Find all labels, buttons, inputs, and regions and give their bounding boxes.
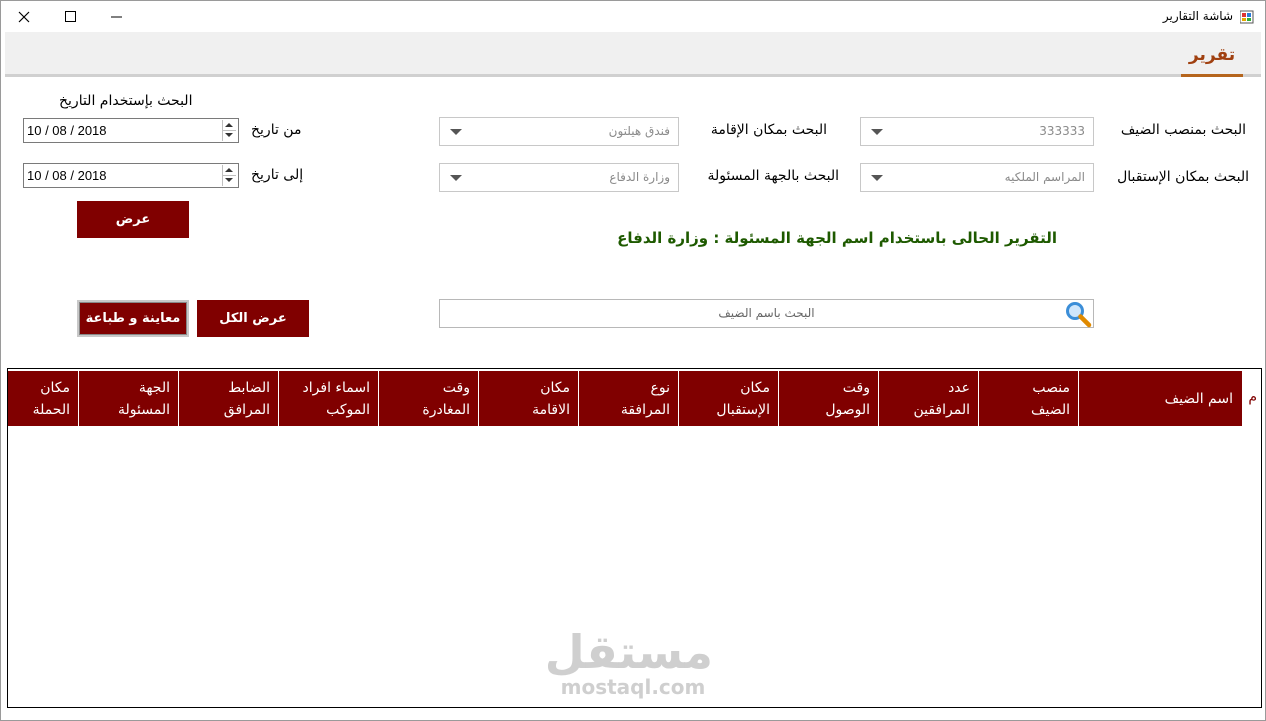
residence-place-value: فندق هيلتون bbox=[608, 124, 670, 138]
column-header-escort-type[interactable]: نوع المرافقة bbox=[578, 371, 678, 426]
from-date-value: 10 / 08 / 2018 bbox=[27, 123, 107, 138]
chevron-down-icon bbox=[871, 175, 883, 181]
column-header-arrival-time[interactable]: وقت الوصول bbox=[778, 371, 878, 426]
column-header-departure-time[interactable]: وقت المغادرة bbox=[378, 371, 478, 426]
from-date-picker[interactable]: 10 / 08 / 2018 bbox=[23, 118, 239, 143]
window-title: شاشة التقارير bbox=[1162, 9, 1233, 23]
spin-down-icon bbox=[225, 178, 233, 182]
close-button[interactable] bbox=[1, 1, 47, 32]
chevron-down-icon bbox=[871, 129, 883, 135]
report-status-message: التقرير الحالى باستخدام اسم الجهة المسئو… bbox=[617, 229, 1057, 247]
responsible-party-label: البحث بالجهة المسئولة bbox=[707, 168, 839, 184]
to-date-picker[interactable]: 10 / 08 / 2018 bbox=[23, 163, 239, 188]
from-date-label: من تاريخ bbox=[251, 122, 302, 138]
guest-position-label: البحث بمنصب الضيف bbox=[1120, 122, 1246, 138]
show-all-button[interactable]: عرض الكل bbox=[197, 300, 309, 337]
mostaql-watermark: مستقل mostaql.com bbox=[544, 625, 714, 699]
column-header-convoy-members[interactable]: اسماء افراد الموكب bbox=[278, 371, 378, 426]
preview-print-button[interactable]: معاينة و طباعة bbox=[77, 300, 189, 337]
grid-header: م اسم الضيف منصب الضيف عدد المرافقين وقت… bbox=[8, 371, 1261, 426]
spin-up-icon bbox=[225, 168, 233, 172]
show-button[interactable]: عرض bbox=[77, 201, 189, 238]
guest-position-combo[interactable]: 333333 bbox=[860, 117, 1094, 146]
maximize-button[interactable] bbox=[47, 1, 93, 32]
tab-strip bbox=[5, 32, 1261, 75]
search-icon[interactable] bbox=[1064, 300, 1092, 328]
reception-place-label: البحث بمكان الإستقبال bbox=[1117, 169, 1249, 185]
column-header-residence-place[interactable]: مكان الاقامة bbox=[478, 371, 578, 426]
app-icon bbox=[1239, 9, 1254, 24]
to-date-value: 10 / 08 / 2018 bbox=[27, 168, 107, 183]
minimize-button[interactable] bbox=[93, 1, 139, 32]
column-header-escort-officer[interactable]: الضابط المرافق bbox=[178, 371, 278, 426]
tab-active-indicator bbox=[1181, 74, 1243, 77]
reception-place-combo[interactable]: المراسم الملكيه bbox=[860, 163, 1094, 192]
maximize-icon bbox=[64, 11, 76, 22]
column-header-guest-name[interactable]: اسم الضيف bbox=[1078, 371, 1241, 426]
to-date-label: إلى تاريخ bbox=[251, 167, 304, 183]
column-header-companions-count[interactable]: عدد المرافقين bbox=[878, 371, 978, 426]
tab-strip-divider bbox=[5, 74, 1261, 77]
guest-position-value: 333333 bbox=[1039, 124, 1085, 138]
tab-report[interactable]: تقرير bbox=[1181, 41, 1243, 77]
to-date-spinner[interactable] bbox=[222, 165, 236, 186]
chevron-down-icon bbox=[450, 129, 462, 135]
reception-place-value: المراسم الملكيه bbox=[1004, 170, 1085, 184]
from-date-spinner[interactable] bbox=[222, 120, 236, 141]
column-header-reception-place[interactable]: مكان الإستقبال bbox=[678, 371, 778, 426]
reports-window: شاشة التقارير تقرير البحث بمنصب الضيف 33… bbox=[0, 0, 1266, 721]
date-search-heading: البحث بإستخدام التاريخ bbox=[59, 93, 193, 109]
responsible-party-value: وزارة الدفاع bbox=[609, 170, 670, 184]
minimize-icon bbox=[110, 16, 122, 18]
guest-search-input[interactable]: البحث باسم الضيف bbox=[439, 299, 1094, 328]
tab-report-label: تقرير bbox=[1188, 45, 1236, 65]
column-header-responsible-party[interactable]: الجهة المسئولة bbox=[78, 371, 178, 426]
column-header-row-number[interactable]: م bbox=[1241, 371, 1261, 426]
guest-search-placeholder: البحث باسم الضيف bbox=[718, 306, 815, 320]
spin-up-icon bbox=[225, 123, 233, 127]
column-header-guest-position[interactable]: منصب الضيف bbox=[978, 371, 1078, 426]
title-bar: شاشة التقارير bbox=[1, 1, 1265, 32]
chevron-down-icon bbox=[450, 175, 462, 181]
close-icon bbox=[18, 11, 30, 22]
spin-down-icon bbox=[225, 133, 233, 137]
responsible-party-combo[interactable]: وزارة الدفاع bbox=[439, 163, 679, 192]
residence-place-combo[interactable]: فندق هيلتون bbox=[439, 117, 679, 146]
column-header-campaign-place[interactable]: مكان الحملة bbox=[8, 371, 78, 426]
residence-place-label: البحث بمكان الإقامة bbox=[710, 122, 827, 138]
